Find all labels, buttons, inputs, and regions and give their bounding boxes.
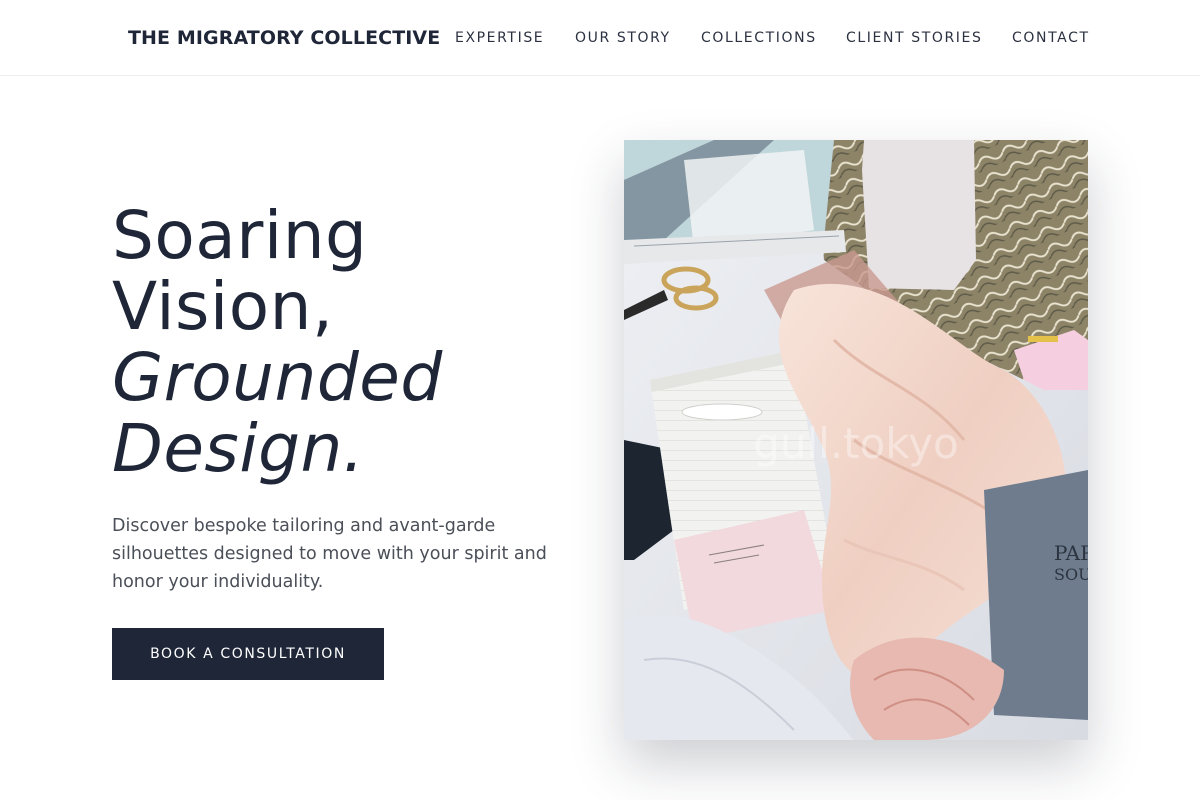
hero-image: PAP SOU gull.tokyo bbox=[624, 140, 1088, 740]
site-header: THE MIGRATORY COLLECTIVE EXPERTISE OUR S… bbox=[0, 0, 1200, 76]
image-watermark: gull.tokyo bbox=[753, 419, 959, 468]
hero-title-line-italic: Design. bbox=[112, 410, 365, 487]
hero-title-line: Soaring bbox=[112, 197, 368, 274]
svg-text:PAP: PAP bbox=[1054, 541, 1088, 565]
svg-text:SOU: SOU bbox=[1054, 565, 1088, 584]
nav-item-expertise[interactable]: EXPERTISE bbox=[455, 28, 544, 48]
book-consultation-button[interactable]: BOOK A CONSULTATION bbox=[112, 628, 384, 680]
hero-title-line-italic: Grounded bbox=[112, 339, 443, 416]
nav-item-collections[interactable]: COLLECTIONS bbox=[701, 28, 817, 48]
hero-photo-illustration: PAP SOU gull.tokyo bbox=[624, 140, 1088, 740]
nav-item-our-story[interactable]: OUR STORY bbox=[575, 28, 671, 48]
nav-item-contact[interactable]: CONTACT bbox=[1012, 28, 1090, 48]
hero-subtitle: Discover bespoke tailoring and avant-gar… bbox=[112, 516, 547, 592]
nav-item-client-stories[interactable]: CLIENT STORIES bbox=[846, 28, 982, 48]
hero-title-line: Vision, bbox=[112, 268, 334, 345]
hero-title: Soaring Vision, Grounded Design. bbox=[112, 200, 572, 484]
brand-logo[interactable]: THE MIGRATORY COLLECTIVE bbox=[128, 25, 440, 51]
